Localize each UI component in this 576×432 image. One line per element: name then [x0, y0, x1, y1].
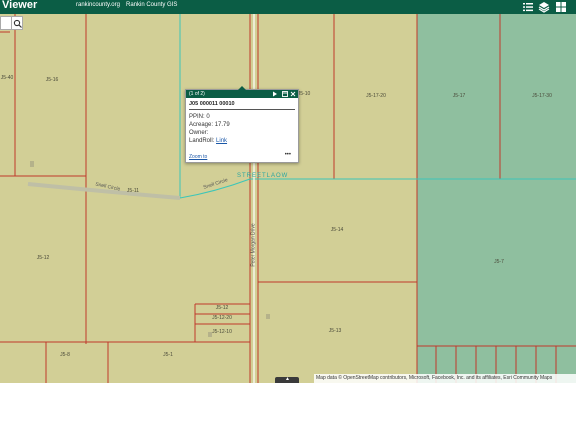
- parcel-label: J5-8: [60, 352, 70, 358]
- popup-count: (1 of 2): [189, 91, 205, 97]
- field-label: PPIN:: [189, 114, 205, 120]
- parcel-label: J5-12-20: [212, 315, 232, 321]
- field-value: 17.79: [214, 122, 230, 128]
- dock-popup-icon[interactable]: [282, 91, 288, 97]
- parcel-label: J5-7: [494, 259, 504, 265]
- field-acreage: Acreage: 17.79: [189, 122, 230, 128]
- highlighted-parcel-area[interactable]: [417, 14, 576, 346]
- parcel-label: J5-14: [330, 227, 344, 233]
- parcel-label: J5-17: [452, 93, 466, 99]
- more-actions-button[interactable]: •••: [285, 152, 291, 158]
- gis-link[interactable]: Rankin County GIS: [126, 2, 177, 8]
- parcel-label: J5-12: [36, 255, 50, 261]
- field-owner: Owner:: [189, 130, 208, 136]
- next-feature-icon[interactable]: [272, 91, 278, 97]
- map-view[interactable]: J5-16 J5-40 J5-10 J5-17-20 J5-17 J5-17-3…: [0, 14, 576, 383]
- search-box[interactable]: [0, 16, 23, 30]
- collapse-panel-button[interactable]: ▲: [275, 376, 299, 383]
- parcel-label: J5-1: [163, 352, 173, 358]
- parcel-label: J5-10: [297, 91, 311, 97]
- popup-header: (1 of 2): [186, 90, 298, 98]
- street-label: STREETLAOW: [237, 173, 289, 179]
- parcel-label: J5-17-30: [532, 93, 552, 99]
- parcel-label: J5-40: [0, 75, 14, 81]
- attribution-text: Map data © OpenStreetMap contributors, M…: [316, 375, 553, 381]
- field-landroll: LandRoll: Link: [189, 138, 227, 144]
- list-icon[interactable]: [522, 1, 534, 13]
- popup-divider: [189, 109, 295, 110]
- building-footprint: [266, 314, 270, 319]
- landroll-link[interactable]: Link: [216, 138, 227, 144]
- parcel-layer[interactable]: [0, 14, 576, 383]
- parcel-label: J5-12: [215, 305, 229, 311]
- chevron-up-icon: ▲: [285, 376, 290, 382]
- field-value: 0: [206, 114, 210, 120]
- parcel-label: J5-17-20: [366, 93, 386, 99]
- parcel-label: J5-12-10: [212, 329, 232, 335]
- county-link[interactable]: rankincounty.org: [76, 2, 120, 8]
- feature-popup: (1 of 2) J05 000011 00010 PPIN: 0 Acreag…: [185, 86, 299, 163]
- close-icon[interactable]: [290, 91, 296, 97]
- map-attribution: Map data © OpenStreetMap contributors, M…: [314, 374, 576, 383]
- field-label: LandRoll:: [189, 138, 215, 144]
- zoom-to-link[interactable]: Zoom to: [189, 154, 207, 160]
- search-icon: [13, 19, 22, 28]
- layers-icon[interactable]: [538, 1, 550, 13]
- app-title: Viewer: [2, 0, 38, 11]
- app-header: Viewer rankincounty.org Rankin County GI…: [0, 0, 576, 14]
- field-label: Owner:: [189, 130, 209, 136]
- parcel-label: J5-11: [126, 188, 140, 194]
- parcel-label: J5-13: [328, 328, 342, 334]
- popup-title: J05 000011 00010: [189, 101, 235, 107]
- road-label: Peter Morgan Drive: [250, 223, 257, 267]
- parcel-label: J5-16: [45, 77, 59, 83]
- field-label: Acreage:: [189, 122, 214, 128]
- field-ppin: PPIN: 0: [189, 114, 210, 120]
- search-button[interactable]: [11, 16, 23, 30]
- building-footprint: [30, 161, 34, 167]
- grid-icon[interactable]: [555, 1, 567, 13]
